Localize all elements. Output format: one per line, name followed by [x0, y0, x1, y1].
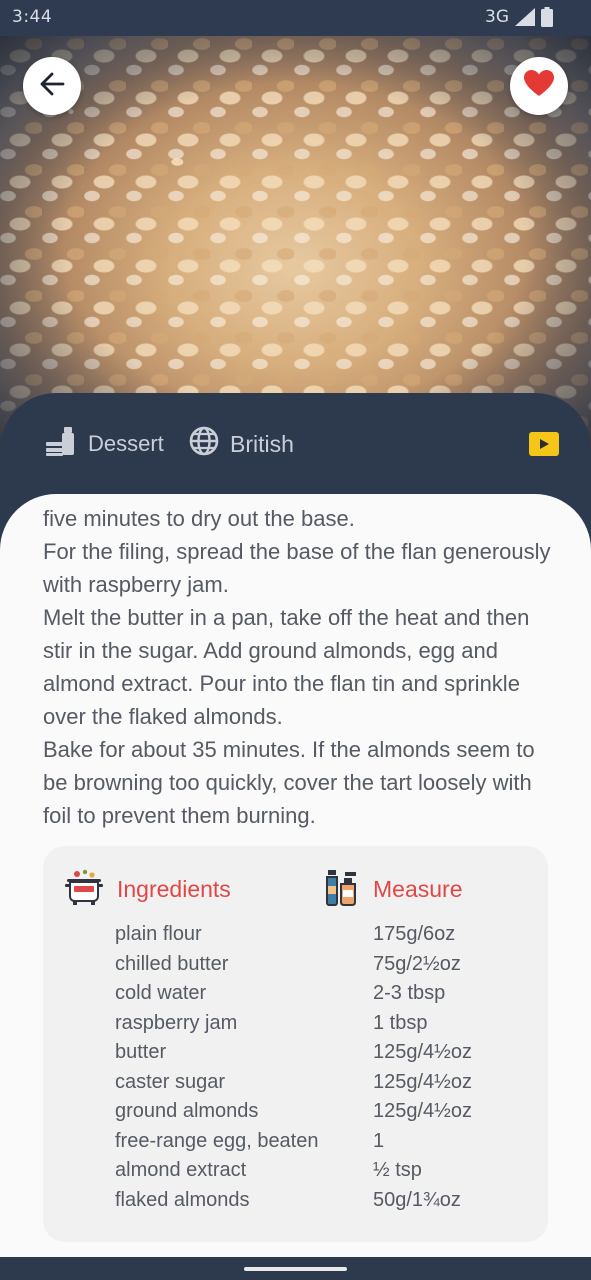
ingredient-item: caster sugar — [115, 1070, 226, 1093]
food-service-icon — [44, 424, 78, 464]
measures-list: 175g/6oz 75g/2½oz 2-3 tbsp 1 tbsp 125g/4… — [373, 920, 472, 1215]
measure-item: 125g/4½oz — [373, 1100, 472, 1122]
ingredient-item: free-range egg, beaten — [115, 1129, 319, 1152]
area-tag: British — [188, 424, 294, 464]
bottles-icon — [323, 868, 359, 910]
ingredient-item: plain flour — [115, 923, 202, 945]
video-button[interactable] — [529, 432, 559, 456]
ingredients-card: Ingredients Measure plain flour chilled … — [43, 846, 548, 1242]
ingredient-item: flaked almonds — [115, 1188, 250, 1211]
cooking-pot-icon — [65, 868, 103, 910]
recipe-meta-row: Dessert British — [0, 424, 591, 464]
status-bar: 3:44 3G — [0, 0, 591, 36]
recipe-content[interactable]: five minutes to dry out the base. For th… — [0, 494, 591, 1257]
status-indicators: 3G — [485, 7, 553, 27]
measure-item: 1 — [373, 1129, 385, 1152]
measure-item: 2-3 tbsp — [373, 982, 446, 1004]
ingredients-header: Ingredients — [65, 868, 231, 910]
measure-item: 175g/6oz — [373, 923, 456, 945]
back-button[interactable] — [23, 57, 81, 115]
network-label: 3G — [485, 7, 509, 27]
ingredients-title: Ingredients — [117, 875, 231, 902]
heart-icon — [524, 70, 554, 102]
measure-item: 1 tbsp — [373, 1011, 428, 1034]
favorite-button[interactable] — [510, 57, 568, 115]
battery-icon — [541, 7, 553, 27]
ingredient-item: butter — [115, 1041, 167, 1063]
globe-icon — [188, 425, 220, 463]
measure-item: 50g/1¾oz — [373, 1188, 461, 1211]
measure-item: 125g/4½oz — [373, 1041, 472, 1063]
area-label: British — [230, 430, 294, 457]
instructions-text: five minutes to dry out the base. For th… — [43, 506, 551, 828]
play-icon — [538, 435, 550, 454]
measure-header: Measure — [323, 868, 462, 910]
measure-title: Measure — [373, 875, 463, 902]
measure-item: 125g/4½oz — [373, 1070, 472, 1093]
ingredient-item: raspberry jam — [115, 1011, 238, 1034]
category-tag: Dessert — [44, 424, 164, 464]
arrow-left-icon — [39, 71, 65, 101]
ingredients-list: plain flour chilled butter cold water ra… — [115, 920, 319, 1215]
ingredient-item: cold water — [115, 982, 207, 1004]
home-gesture-handle[interactable] — [244, 1267, 347, 1271]
ingredient-item: chilled butter — [115, 952, 229, 975]
ingredient-item: almond extract — [115, 1159, 247, 1181]
signal-icon — [515, 8, 535, 26]
navigation-bar — [0, 1257, 591, 1280]
ingredient-item: ground almonds — [115, 1100, 259, 1122]
measure-item: ½ tsp — [373, 1159, 422, 1181]
category-label: Dessert — [88, 431, 164, 456]
status-time: 3:44 — [12, 7, 53, 27]
measure-item: 75g/2½oz — [373, 952, 461, 975]
